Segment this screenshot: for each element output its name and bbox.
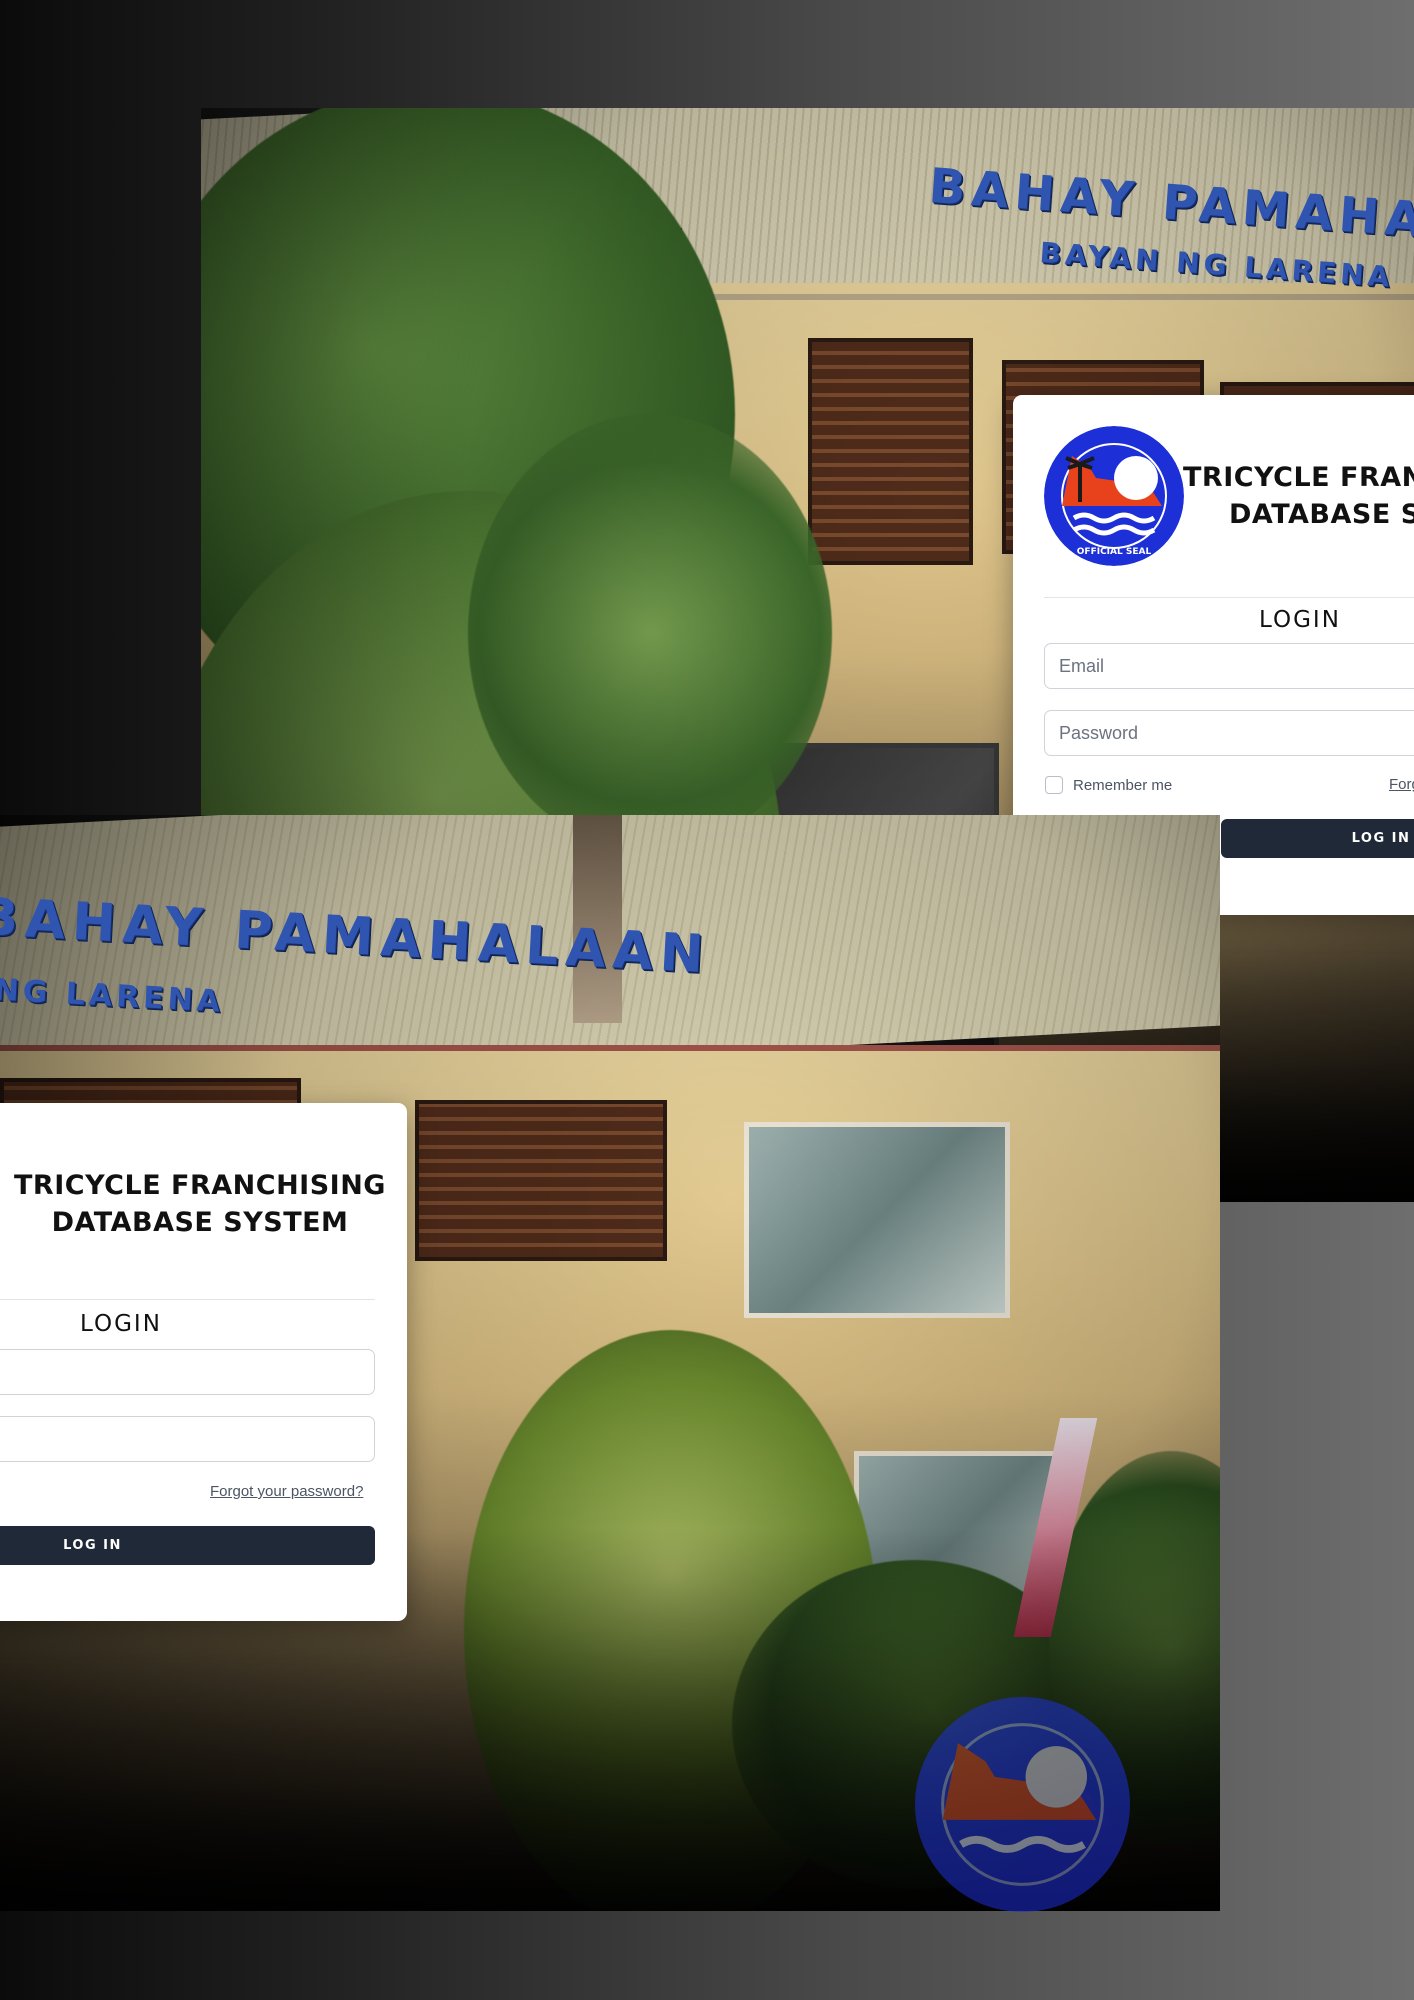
remember-label: Remember me [1073,776,1173,794]
forgot-password-link[interactable]: Forg [1389,776,1414,793]
login-card: TRICYCLE FRANCHISING DATABASE SYSTEM LOG… [0,1103,407,1621]
password-field[interactable] [1044,710,1414,756]
login-button[interactable]: LOG IN [0,1526,375,1565]
password-field[interactable] [0,1416,375,1462]
app-title: TRICYCLE FRANCHISING DATABASE SYSTEM [5,1167,395,1241]
municipal-seal-logo: OFFICIAL SEAL [1044,426,1184,566]
login-heading: LOGIN [80,1311,162,1337]
card-divider [0,1299,375,1300]
app-title-line1: TRICYCLE FRANCHISING [14,1170,386,1201]
app-title-line2: DATABASE SYSTEM [51,1207,349,1238]
seal-bottom-text: OFFICIAL SEAL [1077,547,1152,557]
remember-checkbox[interactable] [1045,776,1063,794]
login-button[interactable]: LOG IN [1221,819,1414,858]
remember-me[interactable]: Remember me [1045,776,1172,794]
forgot-password-link[interactable]: Forgot your password? [210,1483,363,1500]
card-divider [1044,597,1414,598]
seal-watermark-icon [915,1697,1130,1912]
email-field[interactable] [0,1349,375,1395]
login-heading: LOGIN [1259,607,1341,633]
email-field[interactable] [1044,643,1414,689]
app-title: TRICYCLE FRAN DATABASE SY [1183,462,1414,530]
